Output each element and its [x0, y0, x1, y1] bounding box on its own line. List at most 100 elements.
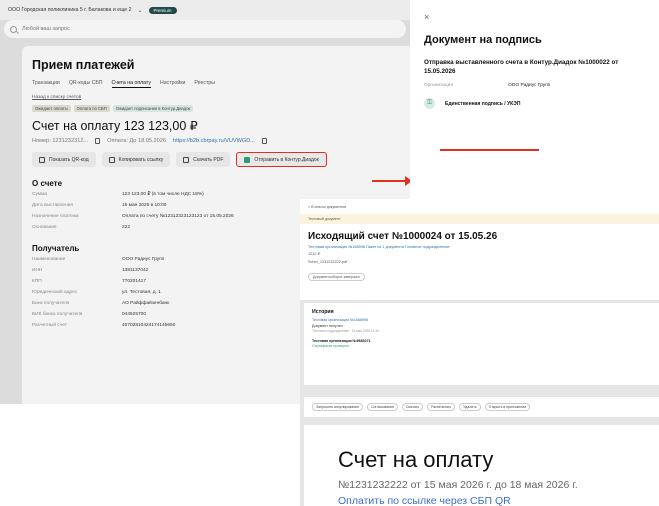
premium-badge: Premium — [148, 6, 177, 14]
paper-subtitle: №1231232222 от 15 мая 2026 г. до 18 мая … — [338, 479, 578, 491]
row-key: Назначение платежа — [32, 214, 79, 219]
row-value: 044525700 — [122, 312, 147, 317]
about-title: О счете — [32, 179, 63, 188]
row-value: 40702810424174145650 — [122, 323, 176, 328]
test-banner: Тестовый документ — [300, 214, 659, 224]
row-key: Банк получателя — [32, 301, 70, 306]
signature-option[interactable]: ⚿ Единственная подпись / УКЭП — [424, 98, 647, 109]
diadoc-preview: < В список документов Тестовый документ … — [300, 199, 659, 506]
tab-qr-codes[interactable]: QR-коды СБП — [69, 80, 103, 88]
row-key: БИК банка получателя — [32, 312, 83, 317]
signature-label: Единственная подпись / УКЭП — [445, 100, 521, 107]
due-date: Оплата: До 18.05.2026 — [107, 138, 166, 144]
org-switcher[interactable]: ООО Городская поликлиника 5 г. Балакова … — [8, 7, 131, 13]
row-key: Наименование — [32, 257, 66, 262]
diadoc-icon — [244, 156, 251, 163]
key-icon: ⚿ — [424, 98, 435, 109]
chevron-down-icon[interactable]: ⌄ — [137, 7, 142, 14]
show-qr-label: Показать QR-код — [49, 156, 89, 163]
history-cert: Сертификат проверен — [312, 344, 350, 348]
search-bar[interactable] — [4, 20, 406, 38]
revoke-button[interactable]: Запросить аннулирование — [312, 403, 363, 411]
download-button[interactable]: Скачать — [401, 403, 424, 411]
doc-file[interactable]: Schet_1231232222.pdf — [308, 260, 653, 265]
search-input[interactable] — [22, 26, 222, 32]
row-key: ИНН — [32, 268, 43, 273]
history-panel: История Тестовая организация №1686998 До… — [304, 303, 659, 385]
paper-title: Счет на оплату — [338, 447, 494, 472]
red-arrow-icon — [372, 176, 412, 186]
status-badges: Ожидает оплаты Оплата по СБП Ожидает под… — [32, 105, 410, 112]
approve-button[interactable]: Согласование — [366, 403, 398, 411]
row-value: 222 — [122, 225, 131, 230]
history-org: Тестовая организация №9683271 — [312, 339, 371, 343]
row-key: Сумма — [32, 192, 48, 197]
qr-icon — [39, 156, 45, 163]
print-button[interactable]: Распечатать — [427, 403, 456, 411]
doc-toolbar: Запросить аннулирование Согласование Ска… — [304, 397, 659, 417]
download-icon — [183, 156, 190, 163]
history-event: Документ получен — [312, 324, 343, 328]
open-in-app-button[interactable]: Открыть в приложении — [484, 403, 531, 411]
row-key: Расчетный счет — [32, 323, 67, 328]
tab-transactions[interactable]: Транзакции — [32, 80, 60, 88]
close-icon[interactable]: × — [424, 12, 647, 22]
org-label: Организация — [424, 83, 453, 88]
invoice-meta: Номер: 1231232312... Оплата: До 18.05.20… — [32, 138, 410, 144]
row-key: Основание — [32, 225, 57, 230]
history-title: История — [312, 309, 334, 315]
doc-header: < В список документов Тестовый документ … — [300, 199, 659, 300]
doc-title: Исходящий счет №1000024 от 15.05.26 — [308, 231, 498, 242]
send-to-diadoc-label: Отправить в Контур.Диадок — [254, 156, 319, 163]
row-value: 123 123,00 ₽ (в том числе НДС 18%) — [122, 192, 204, 197]
red-underline — [440, 149, 539, 151]
history-org[interactable]: Тестовая организация №1686998 — [312, 318, 659, 322]
doc-links[interactable]: Тестовая организация №168598 Пакет из 1 … — [308, 245, 653, 249]
copy-icon[interactable] — [95, 138, 101, 144]
payment-link[interactable]: https://b2b.cbrpay.ru/VUVWGD... — [173, 138, 255, 144]
tab-invoices[interactable]: Счета на оплату — [111, 80, 151, 88]
row-key: Дата выставления — [32, 203, 73, 208]
paper-pay-link[interactable]: Оплатить по ссылке через СБП QR — [338, 495, 659, 506]
delete-button[interactable]: Удалить — [459, 403, 481, 411]
send-to-diadoc-button[interactable]: Отправить в Контур.Диадок — [236, 152, 327, 167]
row-value: 1381137042 — [122, 268, 149, 273]
row-value: Оплата по счету №12312323123123 от 15.05… — [122, 214, 234, 219]
diadoc-badge: Ожидает подписания в Контур.Диадок — [112, 105, 194, 112]
back-link[interactable]: Назад к списку счетов — [32, 95, 410, 100]
invoice-paper: Счет на оплату №1231232222 от 15 мая 202… — [304, 425, 659, 506]
download-pdf-label: Скачать PDF — [193, 156, 224, 163]
invoice-title: Счет на оплату 123 123,00 ₽ — [32, 119, 198, 133]
show-qr-button[interactable]: Показать QR-код — [32, 152, 96, 167]
tabs: Транзакции QR-коды СБП Счета на оплату Н… — [32, 80, 410, 88]
row-value: 15 мая 2026 в 10:00 — [122, 203, 167, 208]
row-value: ул. Тестовая, д. 1 — [122, 290, 161, 295]
doc-breadcrumb[interactable]: < В список документов — [308, 205, 653, 209]
invoice-number: Номер: 1231232312... — [32, 138, 89, 144]
doc-amount: 1212 ₽ — [308, 252, 320, 256]
row-key: Юридический адрес — [32, 290, 78, 295]
status-badge: Ожидает оплаты — [32, 105, 71, 112]
tab-registries[interactable]: Реестры — [194, 80, 215, 88]
tab-settings[interactable]: Настройки — [160, 80, 185, 88]
row-key: КПП — [32, 279, 42, 284]
about-row: Сумма 123 123,00 ₽ (в том числе НДС 18%) — [32, 192, 410, 199]
search-icon — [10, 25, 17, 33]
row-value: ООО Радиус Групп — [122, 257, 165, 262]
drawer-subtitle: Отправка выставленного счета в Контур.Ди… — [424, 59, 619, 75]
row-value: 770201417 — [122, 279, 147, 284]
copy-icon[interactable] — [261, 138, 267, 144]
drawer-title: Документ на подпись — [424, 34, 542, 46]
link-icon — [108, 156, 115, 163]
download-pdf-button[interactable]: Скачать PDF — [176, 152, 231, 167]
copy-link-button[interactable]: Копировать ссылку — [101, 152, 171, 167]
workflow-status-button[interactable]: Документооборот завершен — [308, 273, 365, 281]
page-title: Прием платежей — [32, 58, 135, 72]
row-value: АО Райффайзенбанк — [122, 301, 170, 306]
sign-drawer: × Документ на подпись Отправка выставлен… — [410, 0, 659, 196]
drawer-org-row: Организация ООО Радиус Групп — [424, 83, 647, 88]
sbp-badge: Оплата по СБП — [73, 105, 110, 112]
action-buttons: Показать QR-код Копировать ссылку Скачат… — [32, 152, 410, 167]
copy-link-label: Копировать ссылку — [118, 156, 164, 163]
org-value: ООО Радиус Групп — [508, 83, 551, 88]
